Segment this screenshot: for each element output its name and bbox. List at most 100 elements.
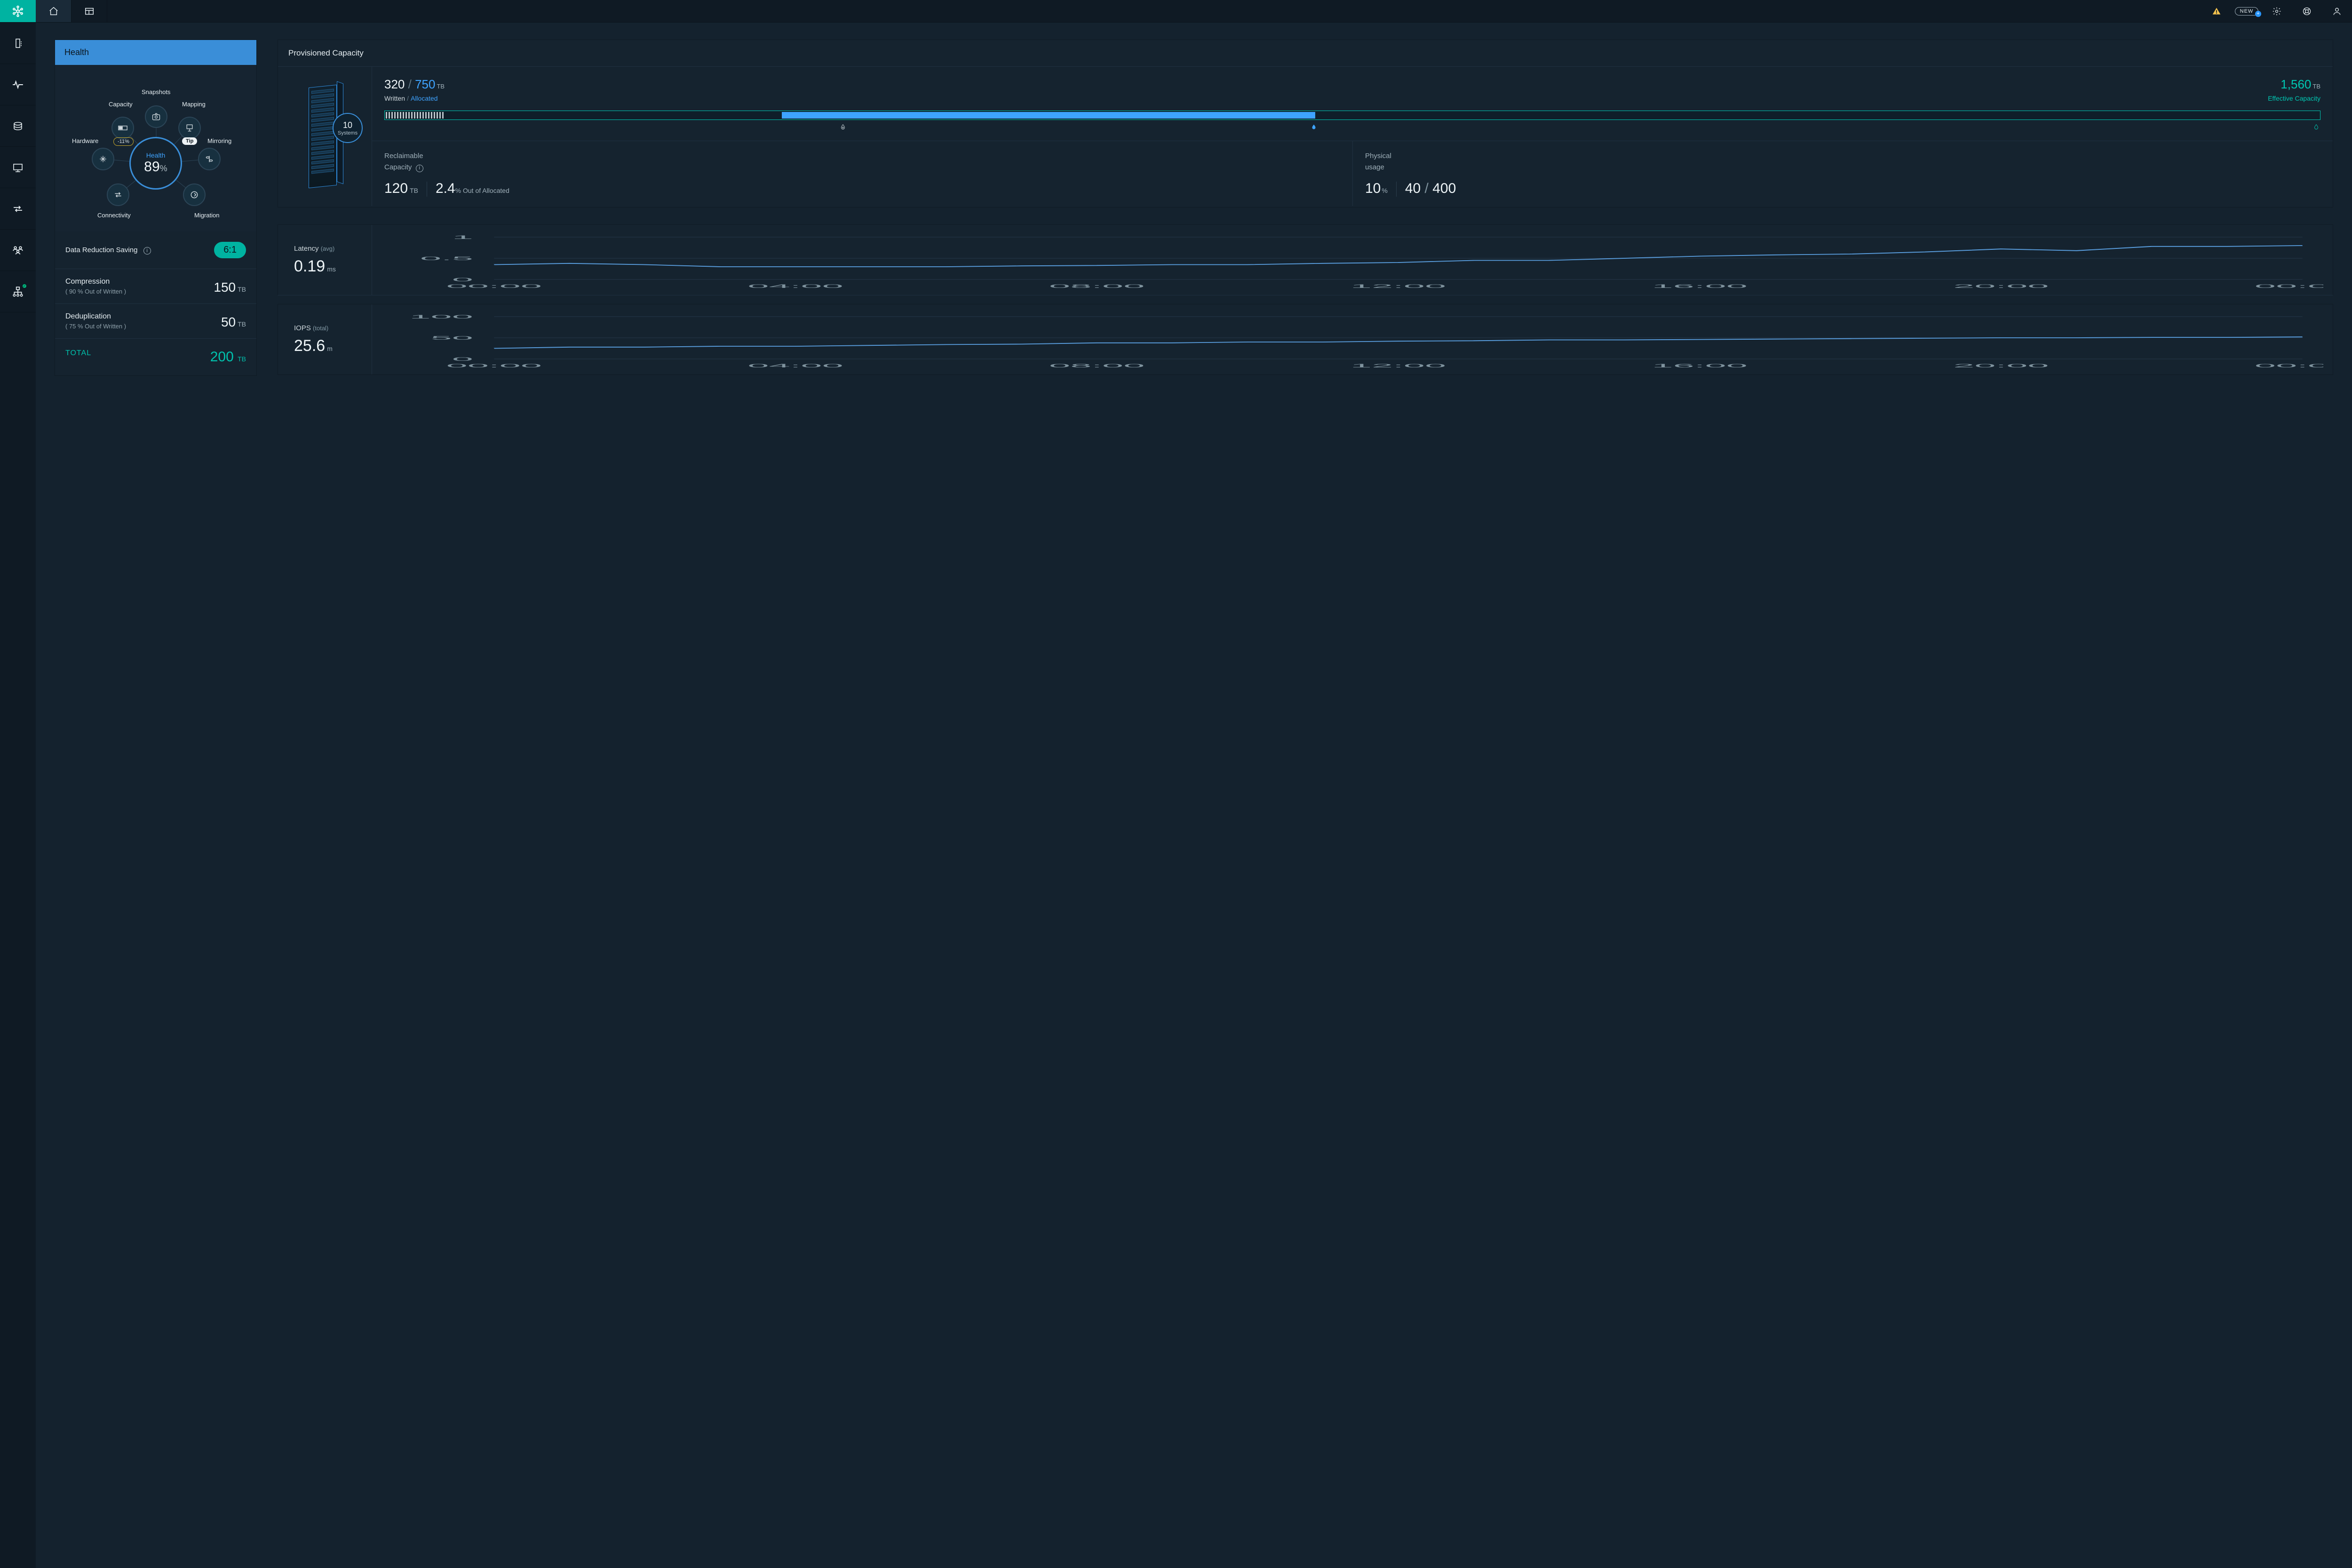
dedup-label: Deduplication	[65, 312, 126, 321]
reclaimable-label1: Reclaimable	[384, 152, 423, 160]
physical-pct: 10	[1365, 181, 1381, 196]
written-value: 320	[384, 77, 405, 91]
info-icon[interactable]: i	[143, 247, 151, 255]
label-capacity: Capacity	[109, 101, 133, 108]
grid-icon	[84, 6, 95, 16]
info-icon[interactable]: i	[416, 165, 423, 172]
pulse-icon	[12, 79, 24, 91]
allocated-label: Allocated	[411, 95, 438, 102]
node-snapshots[interactable]	[145, 105, 167, 128]
drop-fill-icon	[1311, 124, 1317, 130]
sidebar-item-storage[interactable]	[0, 105, 36, 147]
compression-sub: ( 90 % Out of Written )	[65, 288, 126, 295]
health-panel: Health	[55, 40, 257, 376]
svg-text:00:00: 00:00	[2255, 363, 2323, 368]
label-mapping: Mapping	[182, 101, 206, 108]
provisioned-title: Provisioned Capacity	[278, 40, 2333, 66]
reclaimable-value: 120	[384, 181, 408, 196]
svg-text:08:00: 08:00	[1049, 363, 1144, 368]
new-badge: NEW	[2235, 7, 2259, 16]
total-value: 200	[210, 349, 234, 365]
dedup-row: Deduplication ( 75 % Out of Written ) 50…	[55, 303, 256, 338]
compression-value: 150	[214, 280, 236, 294]
sidebar-item-topology[interactable]	[0, 271, 36, 312]
home-icon	[48, 6, 59, 16]
physical-label1: Physical	[1365, 152, 1391, 160]
capacity-delta-badge: -11%	[113, 137, 134, 146]
latency-label: Latency	[294, 245, 319, 253]
hub-icon	[11, 5, 24, 18]
systems-label: Systems	[338, 130, 358, 136]
tab-dashboard[interactable]	[72, 0, 107, 22]
total-label: TOTAL	[65, 349, 91, 365]
systems-badge[interactable]: 10 Systems	[333, 113, 363, 143]
dedup-value: 50	[221, 315, 236, 329]
perf-panels: Latency (avg) 0.19ms 00.5100:0004:0008:0…	[278, 224, 2333, 376]
server-icon	[12, 38, 24, 49]
camera-icon	[151, 112, 161, 121]
svg-text:04:00: 04:00	[747, 363, 843, 368]
capacity-bar	[384, 111, 2320, 120]
health-radial: Health 89% Snapshots Capacity -11% Mappi…	[64, 76, 248, 231]
sidebar-item-systems[interactable]	[0, 23, 36, 64]
svg-text:16:00: 16:00	[1652, 363, 1747, 368]
physical-total: 400	[1432, 181, 1456, 196]
node-migration[interactable]	[183, 183, 206, 206]
health-center[interactable]: Health 89%	[129, 137, 182, 190]
node-connectivity[interactable]	[107, 183, 129, 206]
effective-value: 1,560	[2280, 77, 2311, 91]
sidebar-item-migration[interactable]	[0, 188, 36, 230]
capacity-unit: TB	[437, 83, 445, 90]
help-button[interactable]	[2292, 0, 2322, 22]
main-content: Health	[36, 23, 2352, 1568]
iops-panel: IOPS (total) 25.6m 05010000:0004:0008:00…	[278, 304, 2333, 375]
node-mapping[interactable]	[178, 117, 201, 139]
node-hardware[interactable]	[92, 148, 114, 170]
latency-unit: ms	[327, 265, 336, 273]
dedup-sub: ( 75 % Out of Written )	[65, 323, 126, 330]
health-title: Health	[55, 40, 256, 65]
total-row: TOTAL 200 TB	[55, 338, 256, 375]
svg-text:0.5: 0.5	[420, 255, 473, 261]
profile-button[interactable]	[2322, 0, 2352, 22]
sidebar-item-performance[interactable]	[0, 64, 36, 105]
effective-label: Effective Capacity	[2268, 95, 2320, 102]
dedup-unit: TB	[238, 320, 246, 328]
svg-text:0: 0	[452, 277, 473, 282]
node-mirroring[interactable]	[198, 148, 221, 170]
swap-icon	[113, 190, 123, 199]
svg-text:08:00: 08:00	[1049, 283, 1144, 289]
whats-new-button[interactable]: NEW	[2232, 0, 2262, 22]
svg-text:12:00: 12:00	[1351, 363, 1446, 368]
sidebar-item-users[interactable]	[0, 230, 36, 271]
migrate-icon	[190, 190, 199, 199]
monitor-icon	[12, 162, 24, 173]
mirror-icon	[205, 154, 214, 164]
mapping-tip-badge[interactable]: Tip	[182, 137, 197, 145]
latency-chart: 00.5100:0004:0008:0012:0016:0020:0000:00	[376, 233, 2323, 290]
reclaimable-pct-label: % Out of Allocated	[455, 187, 509, 194]
node-capacity[interactable]	[111, 117, 134, 139]
svg-text:00:00: 00:00	[446, 283, 542, 289]
compression-label: Compression	[65, 278, 126, 286]
svg-text:20:00: 20:00	[1953, 283, 2049, 289]
sidebar-item-hosts[interactable]	[0, 147, 36, 188]
drop-outline-icon	[840, 124, 846, 130]
physical-used: 40	[1405, 181, 1421, 196]
iops-label: IOPS	[294, 324, 311, 332]
svg-text:00:00: 00:00	[446, 363, 542, 368]
svg-text:50: 50	[431, 335, 473, 341]
tab-home[interactable]	[36, 0, 72, 22]
label-hardware: Hardware	[72, 137, 98, 144]
label-mirroring: Mirroring	[207, 137, 231, 144]
health-center-label: Health	[146, 151, 165, 159]
capacity-summary: 320 / 750TB Written/Allocated 1,560TB Ef…	[372, 66, 2333, 141]
alerts-button[interactable]	[2201, 0, 2232, 22]
topbar: NEW	[0, 0, 2352, 23]
settings-button[interactable]	[2262, 0, 2292, 22]
capacity-markers	[384, 124, 2320, 130]
brand-logo[interactable]	[0, 0, 36, 22]
health-score: 89	[144, 159, 159, 175]
physical-cell: Physicalusage 10% 40 / 400	[1352, 141, 2333, 206]
iops-unit: m	[327, 345, 333, 352]
